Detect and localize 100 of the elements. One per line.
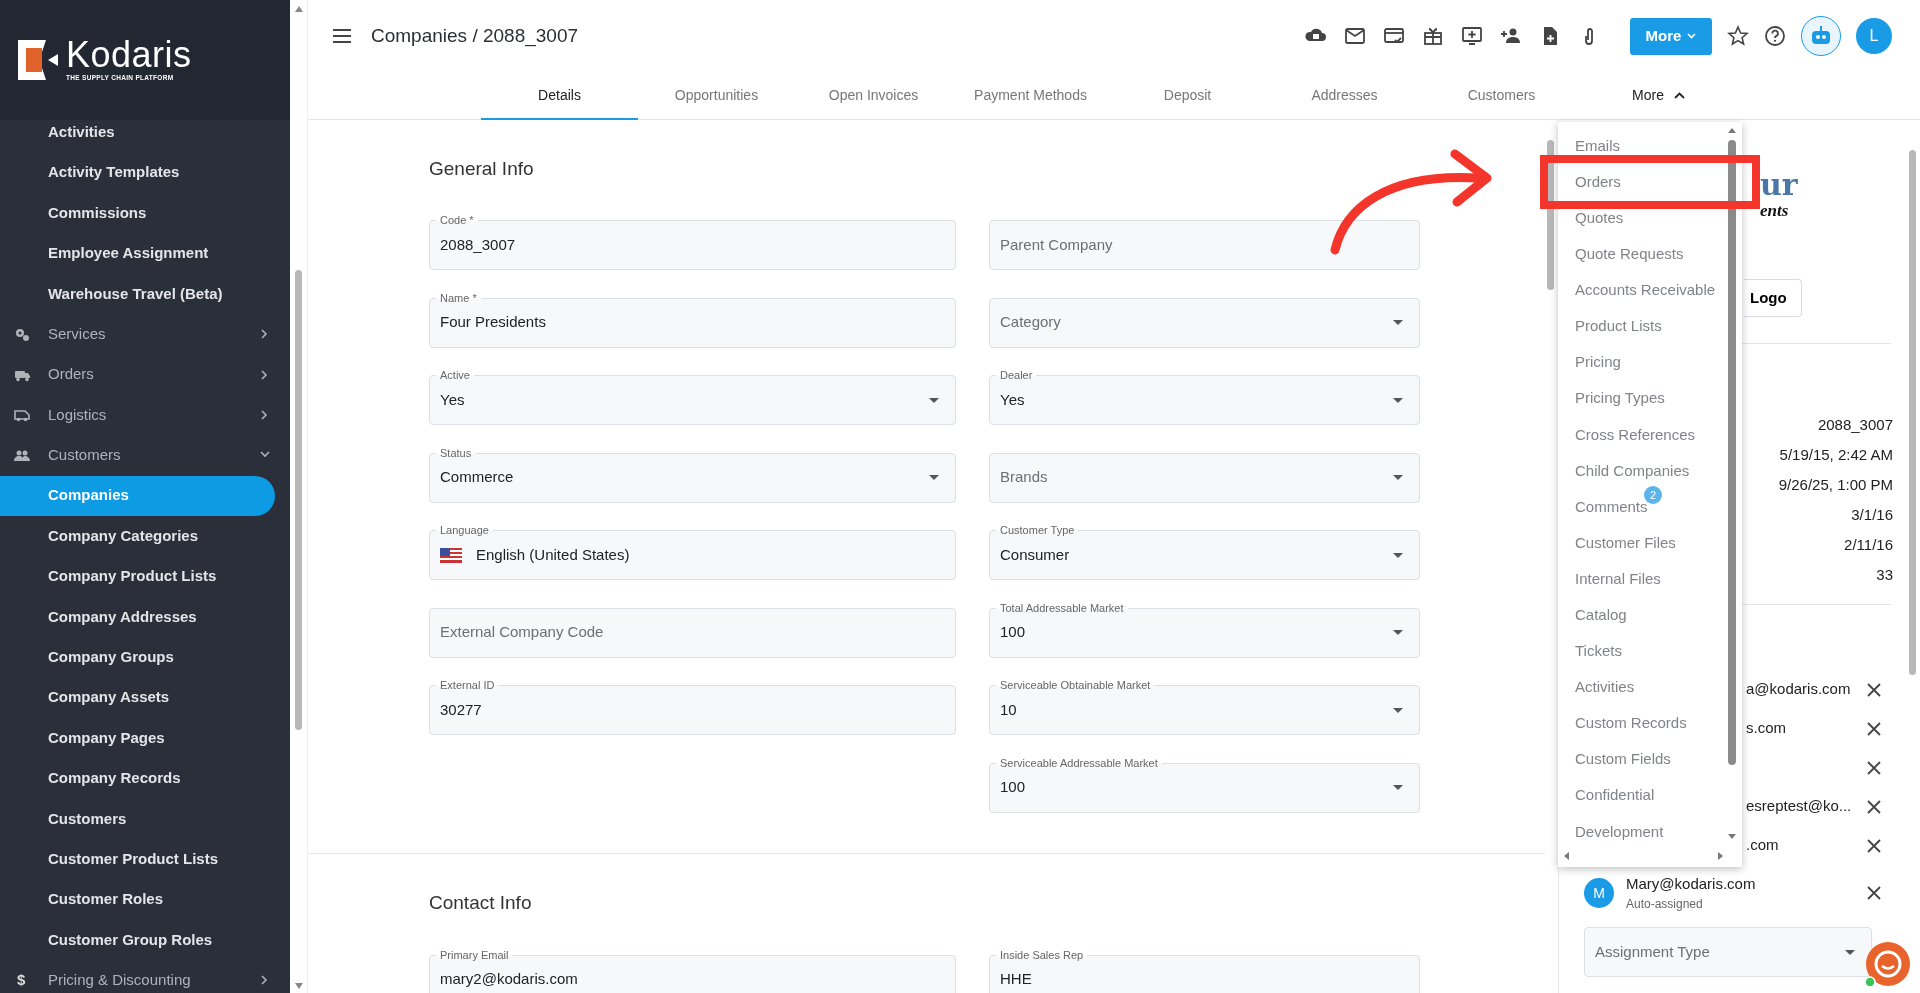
tab[interactable]: Open Invoices: [795, 72, 952, 120]
remove-button[interactable]: [1867, 838, 1881, 853]
menu-item[interactable]: Comments 2: [1558, 488, 1723, 526]
field-label: Active: [436, 368, 474, 382]
tab[interactable]: More: [1580, 72, 1737, 120]
assignee-email: Mary@kodaris.com: [1626, 873, 1756, 894]
sidebar-item[interactable]: Company Product Lists: [0, 556, 275, 597]
logo-button[interactable]: Logo: [1744, 279, 1802, 317]
scrollbar-thumb[interactable]: [1728, 140, 1736, 765]
input-field[interactable]: External Company Code: [429, 607, 956, 658]
sidebar-item[interactable]: Customers: [48, 444, 121, 467]
dropdown-caret-icon: [929, 397, 939, 403]
menu-item[interactable]: Tickets: [1558, 633, 1723, 670]
field-label: Serviceable Obtainable Market: [996, 678, 1155, 692]
close-icon: [1867, 886, 1881, 900]
assignee-role: Auto-assigned: [1626, 896, 1704, 914]
logo-icon: [18, 40, 58, 80]
tab[interactable]: Opportunities: [638, 72, 795, 120]
assignee-email: s.com: [1746, 718, 1786, 739]
sidebar-item[interactable]: Company Records: [0, 758, 275, 799]
menu-item[interactable]: Accounts Receivable: [1558, 272, 1723, 309]
menu-item[interactable]: Orders: [1558, 164, 1723, 201]
scrollbar-thumb[interactable]: [1909, 150, 1916, 675]
close-icon: [1867, 838, 1881, 853]
monitor-plus-icon[interactable]: [1460, 24, 1484, 48]
detail-value: 2088_3007: [1816, 415, 1894, 435]
select-field[interactable]: Category: [989, 297, 1420, 348]
assignee-email: a@kodaris.com: [1746, 679, 1851, 700]
sidebar-item[interactable]: Orders: [48, 363, 94, 386]
menu-item[interactable]: Internal Files: [1558, 561, 1723, 598]
tab[interactable]: Deposit: [1109, 72, 1266, 120]
menu-item[interactable]: Cross References: [1558, 416, 1723, 453]
scroll-up-icon[interactable]: [295, 6, 303, 12]
menu-item[interactable]: Pricing: [1558, 344, 1723, 381]
menu-item[interactable]: Confidential: [1558, 777, 1723, 814]
sidebar-item[interactable]: Company Assets: [0, 677, 275, 718]
sidebar-item[interactable]: Activities: [0, 112, 275, 153]
sidebar-item[interactable]: Customer Product Lists: [0, 839, 275, 880]
sidebar-item[interactable]: Customer Group Roles: [0, 919, 275, 961]
scroll-down-icon[interactable]: [295, 983, 303, 989]
scrollbar-thumb[interactable]: [1547, 140, 1554, 290]
scroll-right-icon[interactable]: [1718, 852, 1723, 860]
sidebar-item[interactable]: Warehouse Travel (Beta): [0, 273, 275, 314]
remove-button[interactable]: [1867, 799, 1881, 814]
scroll-down-icon[interactable]: [1728, 834, 1736, 839]
menu-item[interactable]: Catalog: [1558, 597, 1723, 634]
sidebar-item[interactable]: Pricing & Discounting: [48, 969, 191, 992]
tab[interactable]: Details: [481, 72, 638, 120]
assistant-button[interactable]: [1801, 16, 1841, 56]
field-label: Dealer: [996, 368, 1037, 382]
remove-button[interactable]: [1867, 760, 1881, 775]
remove-button[interactable]: [1867, 721, 1881, 736]
chevron-right-icon[interactable]: [260, 329, 270, 340]
scrollbar-thumb[interactable]: [295, 270, 302, 730]
sidebar-item[interactable]: Activity Templates: [0, 152, 275, 193]
help-icon[interactable]: [1764, 25, 1786, 47]
select-field[interactable]: Brands: [989, 452, 1420, 503]
remove-button[interactable]: [1867, 682, 1881, 697]
menu-item[interactable]: Product Lists: [1558, 308, 1723, 345]
detail-value: 2/11/16: [1843, 535, 1894, 555]
star-icon[interactable]: [1727, 25, 1749, 47]
scroll-up-icon[interactable]: [1728, 128, 1736, 133]
menu-icon[interactable]: [333, 29, 351, 43]
menu-item[interactable]: Quotes: [1558, 200, 1723, 237]
sidebar-item[interactable]: Company Pages: [0, 717, 275, 759]
sidebar-item[interactable]: Customers: [0, 798, 275, 840]
sidebar-item[interactable]: Company Categories: [0, 515, 275, 557]
chevron-right-icon[interactable]: [260, 369, 270, 380]
menu-item[interactable]: Development: [1558, 813, 1723, 850]
sidebar-item[interactable]: Employee Assignment: [0, 233, 275, 274]
chevron-right-icon[interactable]: [260, 975, 270, 986]
menu-item[interactable]: Pricing Types: [1558, 380, 1723, 417]
sidebar-item[interactable]: Logistics: [48, 403, 107, 427]
sidebar-item[interactable]: Company Groups: [0, 637, 275, 678]
select-field[interactable]: Assignment Type: [1584, 927, 1872, 977]
user-avatar: M: [1584, 878, 1614, 908]
menu-item[interactable]: Quote Requests: [1558, 236, 1723, 273]
menu-item[interactable]: Customer Files: [1558, 525, 1723, 562]
sidebar-item[interactable]: Company Addresses: [0, 596, 275, 638]
sidebar-item[interactable]: Customer Roles: [0, 879, 275, 920]
chat-widget-icon[interactable]: [1862, 940, 1912, 990]
logo-fragment: ur: [1760, 170, 1799, 200]
brand-name: Kodaris: [66, 37, 192, 74]
remove-button[interactable]: [1867, 886, 1881, 900]
robot-icon: [1810, 26, 1832, 46]
chevron-right-icon[interactable]: [260, 409, 270, 420]
tab[interactable]: Payment Methods: [952, 72, 1109, 120]
tab[interactable]: Addresses: [1266, 72, 1423, 120]
page-title: Companies / 2088_3007: [371, 23, 579, 49]
assignee-email: .com: [1746, 835, 1779, 856]
input-field[interactable]: Parent Company: [989, 220, 1420, 270]
menu-item[interactable]: Custom Fields: [1558, 741, 1723, 778]
menu-item[interactable]: Activities: [1558, 669, 1723, 706]
dropdown-caret-icon: [1393, 475, 1403, 480]
sidebar-item[interactable]: Services: [48, 322, 106, 346]
scroll-left-icon[interactable]: [1564, 852, 1569, 860]
sidebar-item[interactable]: Commissions: [0, 192, 275, 234]
menu-item[interactable]: Emails: [1558, 128, 1723, 165]
menu-item[interactable]: Custom Records: [1558, 705, 1723, 742]
tab[interactable]: Customers: [1423, 72, 1580, 120]
